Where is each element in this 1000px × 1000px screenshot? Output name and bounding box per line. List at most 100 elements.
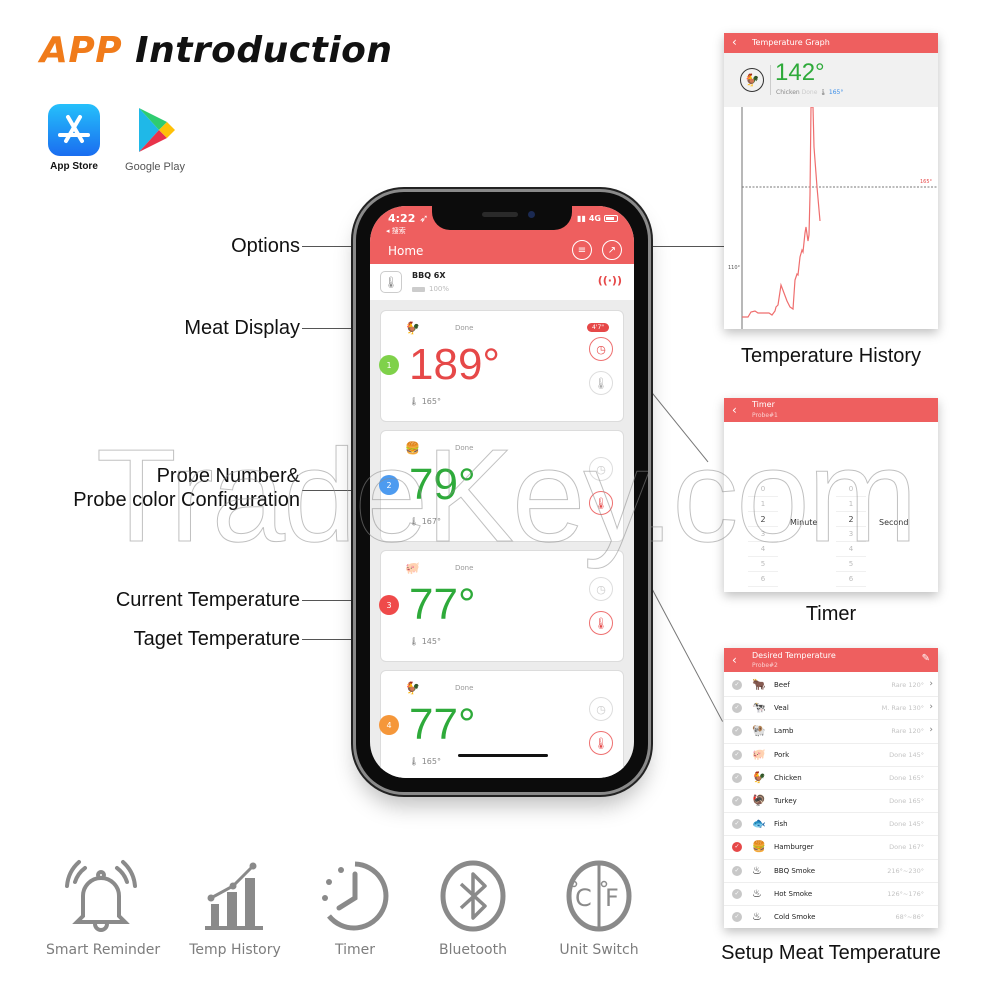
probe-number-badge[interactable]: 2 [379,475,399,495]
select-radio[interactable]: ✓ [732,888,742,899]
timer-title: Timer [752,400,775,409]
thermometer-icon: 🌡 [409,517,422,526]
select-radio[interactable]: ✓ [732,680,742,690]
annotation-probe-line1: Probe Number& [156,465,300,487]
meat-icon: ♨ [752,910,762,923]
feature-label: Smart Reminder [46,942,161,958]
chicken-icon: 🐓 [740,68,764,92]
meat-list-item[interactable]: ✓ 🦃 Turkey Done 165° [724,790,938,814]
select-radio[interactable]: ✓ [732,726,742,737]
clock-icon: ◷ [596,342,606,356]
select-radio[interactable]: ✓ [732,703,742,714]
select-radio[interactable]: ✓ [732,772,742,783]
meat-name: Lamb [774,727,794,736]
device-battery-value: 100% [429,285,450,293]
chevron-right-icon[interactable]: › [929,725,933,735]
title-rest: Introduction [122,30,393,71]
timer-button[interactable]: ◷ [589,577,613,601]
bluetooth-icon [440,860,506,932]
caption-setup-meat-temperature: Setup Meat Temperature [721,942,941,964]
probe-card-4[interactable]: 🐓 Done 4 77° 🌡 165° ◷ 🌡 [379,670,624,778]
target-temperature: 🌡 165° [409,397,441,406]
meat-temperature: 68°~86° [895,913,925,921]
edit-icon[interactable]: ✎ [922,653,930,664]
meat-list-item[interactable]: ✓ ♨ Cold Smoke 68°~86° [724,906,938,928]
second-picker[interactable]: 0 1 2 3 4 5 6 [836,482,866,587]
probe-number-badge[interactable]: 1 [379,355,399,375]
meat-name: Fish [774,820,788,829]
chevron-right-icon[interactable]: › [929,702,933,712]
select-radio[interactable]: ✓ [732,865,742,876]
temperature-series [742,107,821,318]
minute-label: Minute [790,518,818,527]
home-indicator[interactable] [458,754,548,757]
select-radio[interactable]: ✓ [732,842,742,853]
back-icon[interactable]: ‹ [732,653,737,667]
graph-target: 165° [828,89,844,96]
status-back-link[interactable]: ◂ 搜索 [386,226,406,236]
thermometer-alarm-icon: 🌡 [594,376,608,390]
back-icon[interactable]: ‹ [732,403,737,417]
page-title: APP Introduction [40,30,393,71]
setup-subtitle: Probe#2 [752,662,778,669]
clock-icon: ◷ [596,462,606,476]
timer-button[interactable]: ◷ [589,457,613,481]
probe-card-2[interactable]: 🍔 Done 2 79° 🌡 167° ◷ 🌡 [379,430,624,542]
graph-status: Done [801,89,818,96]
select-radio[interactable]: ✓ [732,819,742,830]
meat-temperature: Done 145° [889,820,924,829]
app-store-icon [48,104,100,156]
meat-list-item[interactable]: ✓ 🐏 Lamb Rare 120° › [724,720,938,744]
phone-screen: 4:22 ➶ ◂ 搜索 ▮▮ 4G Home ≡ ↗ 🌡 BBQ 6X 100%… [370,206,634,778]
probe-number-badge[interactable]: 3 [379,595,399,615]
select-radio[interactable]: ✓ [732,796,742,806]
meat-list-item[interactable]: ✓ 🐄 Veal M. Rare 130° › [724,697,938,721]
thermometer-alarm-icon: 🌡 [594,736,608,750]
meat-list-item[interactable]: ✓ 🐟 Fish Done 145° [724,813,938,837]
google-play-badge[interactable]: Google Play [122,104,188,173]
device-name: BBQ 6X [412,271,446,280]
meat-list-item[interactable]: ✓ 🍔 Hamburger Done 167° [724,836,938,860]
device-row[interactable]: 🌡 BBQ 6X 100% ((·)) [370,264,634,300]
meat-list-item[interactable]: ✓ 🐖 Pork Done 145° [724,744,938,767]
trend-icon: ↗ [607,244,617,256]
thermometer-alarm-icon: 🌡 [594,616,608,630]
select-radio[interactable]: ✓ [732,749,742,760]
unit-switch-icon: C F [566,860,632,932]
timer-subtitle: Probe#1 [752,412,778,419]
meat-list-item[interactable]: ✓ ♨ BBQ Smoke 216°~230° [724,860,938,883]
meat-icon: 🐖 [752,747,766,761]
timer-button[interactable]: ◷ [589,337,613,361]
select-radio[interactable]: ✓ [732,912,742,922]
temp-alarm-button[interactable]: 🌡 [589,371,613,395]
timer-header: ‹ Timer Probe#1 [724,398,938,422]
probe-number-badge[interactable]: 4 [379,715,399,735]
back-icon[interactable]: ‹ [732,35,737,49]
probe-card-1[interactable]: 🐓 Done 1 189° 🌡 165° 4'7" ◷ 🌡 [379,310,624,422]
graph-button[interactable]: ↗ [602,240,622,260]
chicken-icon: 🐓 [405,681,420,695]
caption-temperature-history: Temperature History [740,345,922,367]
meat-list-item[interactable]: ✓ ♨ Hot Smoke 126°~176° [724,883,938,906]
feature-label: Timer [334,942,376,958]
temp-alarm-button[interactable]: 🌡 [589,731,613,755]
temp-alarm-button[interactable]: 🌡 [589,491,613,515]
phone-notch [432,206,572,230]
meat-name: BBQ Smoke [774,866,815,875]
chevron-right-icon[interactable]: › [929,679,933,689]
app-store-badge[interactable]: App Store [46,104,102,172]
probe-card-3[interactable]: 🐖 Done 3 77° 🌡 145° ◷ 🌡 [379,550,624,662]
minute-picker[interactable]: 0 1 2 3 4 5 6 [748,482,778,587]
graph-header: ‹ Temperature Graph [724,33,938,53]
network-label: 4G [588,214,601,223]
meat-list-item[interactable]: ✓ 🐂 Beef Rare 120° › [724,674,938,698]
feature-label: Temp History [189,942,281,958]
temp-alarm-button[interactable]: 🌡 [589,611,613,635]
chart-icon [205,862,263,930]
y-tick-label: 110° [728,265,741,271]
annotation-probe-number: Probe Number& Probe color Configuration [20,464,300,512]
caption-timer: Timer [805,603,857,625]
meat-list-item[interactable]: ✓ 🐓 Chicken Done 165° [724,767,938,790]
options-list-button[interactable]: ≡ [572,240,592,260]
timer-button[interactable]: ◷ [589,697,613,721]
